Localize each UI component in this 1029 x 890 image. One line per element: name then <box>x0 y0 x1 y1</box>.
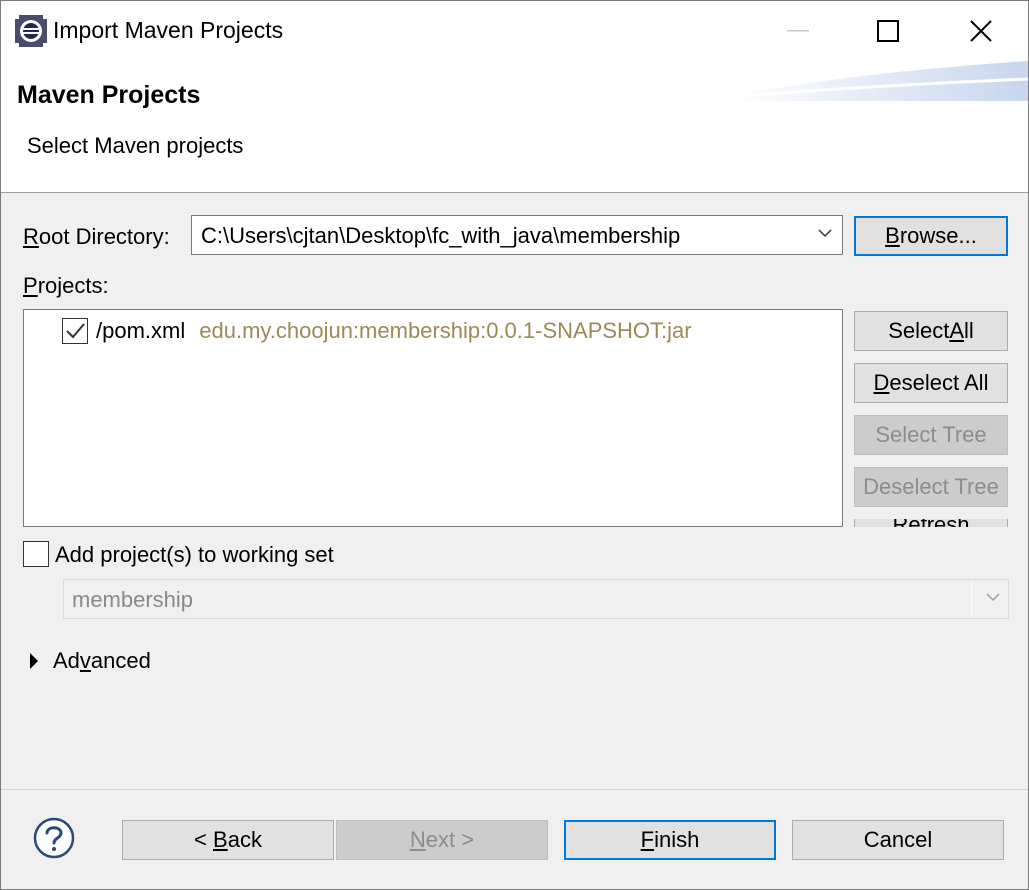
working-set-label: Add project(s) to working set <box>55 542 334 567</box>
refresh-label: Refresh <box>892 519 969 527</box>
wizard-header: Maven Projects Select Maven projects <box>1 61 1028 193</box>
import-maven-projects-dialog: Import Maven Projects Maven Projects Sel… <box>0 0 1029 890</box>
root-directory-label: Root Directory: <box>23 224 170 250</box>
finish-label: inish <box>654 827 700 852</box>
back-label-post: ack <box>227 827 262 852</box>
working-set-combo[interactable]: membership <box>63 579 1009 619</box>
deselect-all-button[interactable]: Deselect All <box>854 363 1008 403</box>
chevron-down-icon <box>986 593 1000 602</box>
maximize-button[interactable] <box>841 1 935 61</box>
deselect-tree-button[interactable]: Deselect Tree <box>854 467 1008 507</box>
root-directory-combo[interactable]: C:\Users\cjtan\Desktop\fc_with_java\memb… <box>191 215 843 255</box>
close-button[interactable] <box>934 1 1028 61</box>
refresh-button-clip: Refresh <box>854 519 1008 527</box>
select-tree-label: Select Tree <box>875 422 987 447</box>
minimize-button[interactable] <box>751 1 845 61</box>
projects-label-text: rojects: <box>37 273 109 298</box>
cancel-button[interactable]: Cancel <box>792 820 1004 860</box>
next-button[interactable]: Next > <box>336 820 548 860</box>
working-set-checkbox[interactable] <box>23 541 49 567</box>
next-label: ext > <box>425 827 475 852</box>
projects-mnemonic: P <box>23 273 38 298</box>
title-bar: Import Maven Projects <box>1 1 1028 61</box>
root-directory-mnemonic: R <box>23 224 39 249</box>
select-all-label-post: ll <box>964 318 974 343</box>
project-checkbox[interactable] <box>62 318 88 344</box>
advanced-label-pre: Ad <box>53 648 80 673</box>
select-all-button[interactable]: Select All <box>854 311 1008 351</box>
working-set-value: membership <box>72 587 194 612</box>
advanced-mnemonic: v <box>79 648 91 673</box>
back-label-pre: < <box>194 827 214 852</box>
deselect-all-mnemonic: D <box>873 370 890 395</box>
page-title: Maven Projects <box>17 81 201 109</box>
project-path: /pom.xml <box>96 318 186 343</box>
root-directory-value: C:\Users\cjtan\Desktop\fc_with_java\memb… <box>201 223 681 248</box>
banner-swoosh-graphic <box>728 61 1028 101</box>
browse-button[interactable]: Browse... <box>854 216 1008 256</box>
help-icon[interactable] <box>33 817 75 859</box>
combo-separator <box>971 582 972 616</box>
list-item[interactable]: /pom.xml edu.my.choojun:membership:0.0.1… <box>62 316 692 346</box>
page-description: Select Maven projects <box>27 133 244 158</box>
chevron-down-icon <box>818 229 832 238</box>
project-gav: edu.my.choojun:membership:0.0.1-SNAPSHOT… <box>199 318 692 343</box>
projects-label: Projects: <box>23 273 109 299</box>
maximize-icon <box>877 20 899 42</box>
footer-separator <box>1 789 1028 790</box>
browse-mnemonic: B <box>885 223 900 248</box>
deselect-tree-label: Deselect Tree <box>863 474 999 499</box>
finish-mnemonic: F <box>640 827 655 852</box>
close-icon <box>970 20 992 42</box>
select-all-label-pre: Select <box>888 318 950 343</box>
next-mnemonic: N <box>409 827 426 852</box>
window-title: Import Maven Projects <box>53 17 284 43</box>
eclipse-app-icon <box>15 15 47 47</box>
expand-arrow-icon[interactable] <box>29 651 39 671</box>
advanced-section-toggle[interactable]: Advanced <box>53 648 151 674</box>
select-all-mnemonic: A <box>949 318 965 343</box>
browse-label: rowse... <box>899 223 977 248</box>
finish-button[interactable]: Finish <box>564 820 776 860</box>
checkmark-icon <box>66 323 85 339</box>
refresh-button[interactable]: Refresh <box>854 519 1008 527</box>
back-mnemonic: B <box>213 827 228 852</box>
advanced-label-post: anced <box>90 648 151 673</box>
minimize-icon <box>787 30 809 32</box>
root-directory-label-text: oot Directory: <box>38 224 170 249</box>
select-tree-button[interactable]: Select Tree <box>854 415 1008 455</box>
cancel-label: Cancel <box>863 827 933 852</box>
back-button[interactable]: < Back <box>122 820 334 860</box>
deselect-all-label: eselect All <box>889 370 989 395</box>
projects-list[interactable]: /pom.xml edu.my.choojun:membership:0.0.1… <box>23 309 843 527</box>
